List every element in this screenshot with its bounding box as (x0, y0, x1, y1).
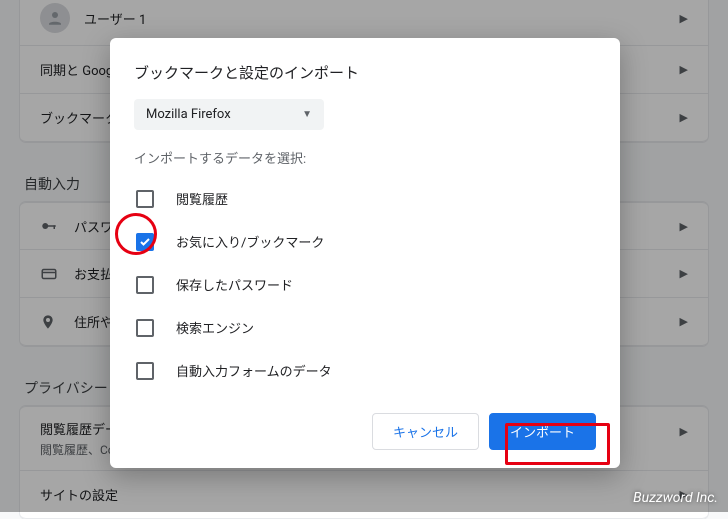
import-button[interactable]: インポート (489, 413, 596, 450)
checkbox[interactable] (136, 233, 154, 251)
checkbox[interactable] (136, 362, 154, 380)
import-dialog: ブックマークと設定のインポート Mozilla Firefox ▼ インポートす… (110, 38, 620, 468)
checkbox-row[interactable]: 保存したパスワード (134, 263, 596, 306)
dialog-title: ブックマークと設定のインポート (134, 62, 596, 83)
select-value: Mozilla Firefox (146, 107, 231, 122)
checkbox-label: 閲覧履歴 (176, 189, 228, 208)
checkbox-label: お気に入り/ブックマーク (176, 232, 324, 251)
watermark: Buzzword Inc. (633, 490, 718, 506)
checkbox-label: 自動入力フォームのデータ (176, 361, 332, 380)
dialog-hint: インポートするデータを選択: (134, 148, 596, 167)
checkbox-list: 閲覧履歴お気に入り/ブックマーク保存したパスワード検索エンジン自動入力フォームの… (134, 177, 596, 392)
cancel-button[interactable]: キャンセル (372, 413, 479, 450)
dialog-buttons: キャンセル インポート (134, 403, 596, 450)
checkbox-row[interactable]: お気に入り/ブックマーク (134, 220, 596, 263)
checkbox-row[interactable]: 閲覧履歴 (134, 177, 596, 220)
chevron-down-icon: ▼ (302, 109, 312, 120)
checkbox-label: 検索エンジン (176, 318, 254, 337)
source-select[interactable]: Mozilla Firefox ▼ (134, 99, 324, 130)
checkbox-row[interactable]: 自動入力フォームのデータ (134, 349, 596, 392)
checkbox-label: 保存したパスワード (176, 275, 293, 294)
checkbox[interactable] (136, 276, 154, 294)
checkbox[interactable] (136, 190, 154, 208)
checkbox-row[interactable]: 検索エンジン (134, 306, 596, 349)
checkbox[interactable] (136, 319, 154, 337)
